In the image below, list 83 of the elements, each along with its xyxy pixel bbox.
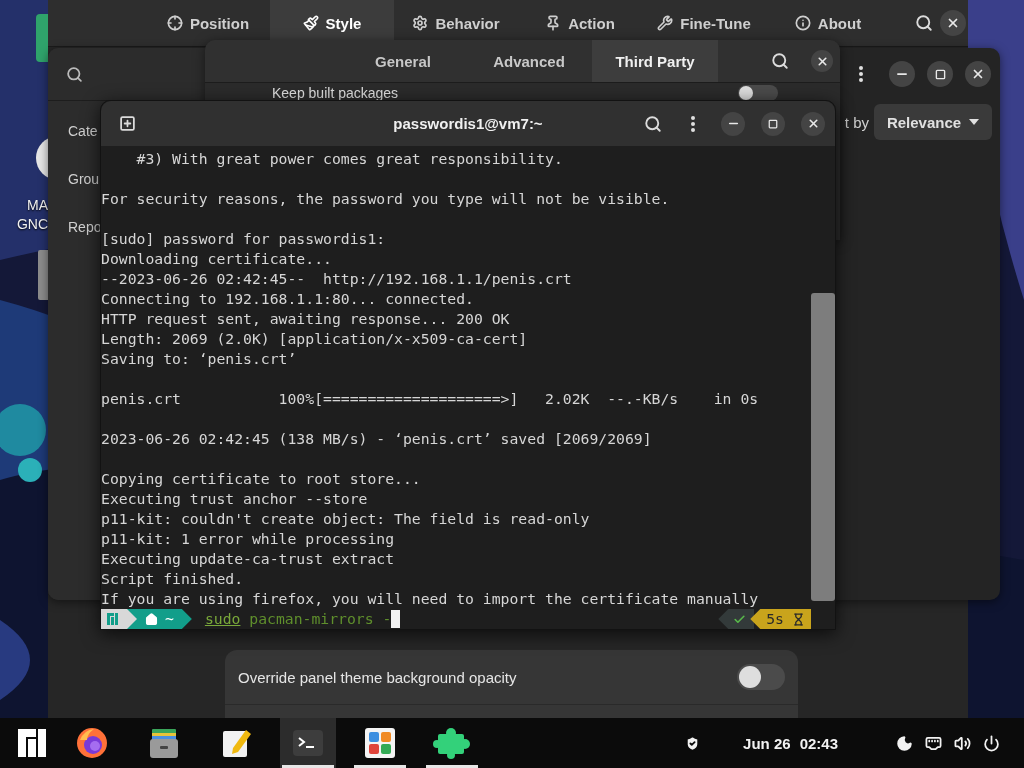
tab[interactable]: Position	[146, 0, 270, 46]
fox-globe-icon	[75, 726, 109, 760]
terminal-line: p11-kit: couldn't create object: The field is read-only	[101, 509, 591, 529]
search-icon	[644, 114, 662, 133]
tab[interactable]: About	[766, 0, 890, 46]
close-icon	[815, 54, 829, 68]
power-icon[interactable]	[983, 734, 1000, 752]
terminal-line: Connecting to 192.168.1.1:80... connected.	[101, 289, 475, 309]
date-text: Jun 26	[743, 734, 791, 752]
tab[interactable]: Third Party	[592, 40, 718, 82]
terminal-line: [sudo] password for passwordis1:	[101, 229, 387, 249]
time-text: 02:43	[799, 734, 838, 752]
close-icon	[806, 117, 820, 130]
close-icon	[946, 16, 960, 30]
command-text: pacman-mirrors -	[248, 609, 392, 629]
close-button[interactable]	[965, 61, 991, 87]
search-icon	[915, 14, 933, 32]
terminal-line: penis.crt 100%[====================>] 2.02K --.-KB/s in 0s	[101, 389, 760, 409]
sidebar-item[interactable]: Repo	[68, 219, 102, 235]
command-text: sudo	[204, 609, 241, 629]
maximize-button[interactable]	[927, 61, 953, 87]
home-icon	[145, 612, 158, 626]
terminal-line: Length: 2069 (2.0K) [application/x-x509-ca-cert]	[101, 329, 529, 349]
terminal-line: Saving to: ‘penis.crt’	[101, 349, 298, 369]
terminal-line: Copying certificate to root store...	[101, 469, 422, 489]
terminal-line: 2023-06-26 02:42:45 (138 MB/s) - ‘penis.crt’ saved [2069/2069]	[101, 429, 653, 449]
terminal-line: For security reasons, the password you type will not be visible.	[101, 189, 671, 209]
brush-icon	[302, 15, 319, 31]
terminal-icon	[292, 728, 324, 758]
moon-icon[interactable]	[896, 734, 913, 752]
search-icon	[771, 52, 789, 70]
maximize-icon	[768, 118, 778, 129]
maximize-icon	[934, 68, 946, 80]
toggle-switch[interactable]	[737, 664, 785, 690]
window-title: passwordis1@vm7:~	[393, 115, 543, 132]
terminal-line: #3) With great power comes great responsibility.	[135, 149, 564, 169]
new-tab-icon	[118, 115, 136, 132]
network-icon[interactable]	[925, 734, 942, 752]
kebab-menu-icon	[691, 115, 695, 132]
maximize-button[interactable]	[761, 111, 785, 136]
volume-icon[interactable]	[954, 734, 971, 752]
terminal-line: p11-kit: 1 error while processing	[101, 529, 396, 549]
caret-icon	[969, 119, 980, 125]
wrench-icon	[657, 15, 674, 31]
sidebar-item[interactable]: Cate	[68, 123, 98, 139]
terminal-line: HTTP request sent, awaiting response... 200 OK	[101, 309, 511, 329]
close-button[interactable]	[801, 111, 825, 136]
app-store-icon	[363, 726, 397, 760]
terminal-line: Downloading certificate...	[101, 249, 333, 269]
distro-logo-icon	[107, 613, 119, 625]
directory-text: ~	[165, 609, 174, 629]
puzzle-piece-icon	[432, 726, 472, 760]
duration-text: 5s	[766, 609, 784, 629]
close-button[interactable]	[811, 50, 833, 72]
file-cabinet-icon	[147, 726, 181, 760]
option-label: Override panel theme background opacity	[238, 668, 517, 686]
pin-icon	[545, 15, 562, 31]
terminal-line: Script finished.	[101, 569, 245, 589]
option-label: Keep built packages	[272, 85, 399, 101]
terminal-line: Executing update-ca-trust extract	[101, 549, 396, 569]
sort-dropdown[interactable]: Relevance	[874, 104, 992, 140]
close-button[interactable]	[940, 10, 966, 36]
close-icon	[971, 67, 985, 81]
terminal-line: Executing trust anchor --store	[101, 489, 369, 509]
taskbar-app-button[interactable]	[280, 718, 336, 768]
clock[interactable]: Jun 26 02:43	[743, 734, 838, 752]
gear-icon	[412, 15, 429, 31]
sidebar-item[interactable]: Grou	[68, 171, 100, 187]
sort-label: t by	[844, 113, 869, 131]
toggle-switch[interactable]	[738, 85, 778, 101]
search-icon[interactable]	[66, 65, 83, 83]
crosshair-icon	[166, 15, 183, 31]
desktop-icon-label: MA	[27, 196, 48, 215]
scrollbar-thumb[interactable]	[811, 293, 835, 601]
menu-logo-icon	[17, 728, 47, 758]
terminal-line: If you are using firefox, you will need to import the certificate manually	[101, 589, 760, 609]
hourglass-icon	[792, 612, 805, 626]
kebab-menu-icon	[859, 66, 863, 82]
minimize-button[interactable]	[889, 61, 915, 87]
text-cursor	[391, 610, 401, 628]
desktop-icon-label: GNC	[16, 215, 48, 234]
info-icon	[794, 15, 811, 31]
terminal-line: --2023-06-26 02:42:45-- http://192.168.1.1/penis.crt	[101, 269, 573, 289]
